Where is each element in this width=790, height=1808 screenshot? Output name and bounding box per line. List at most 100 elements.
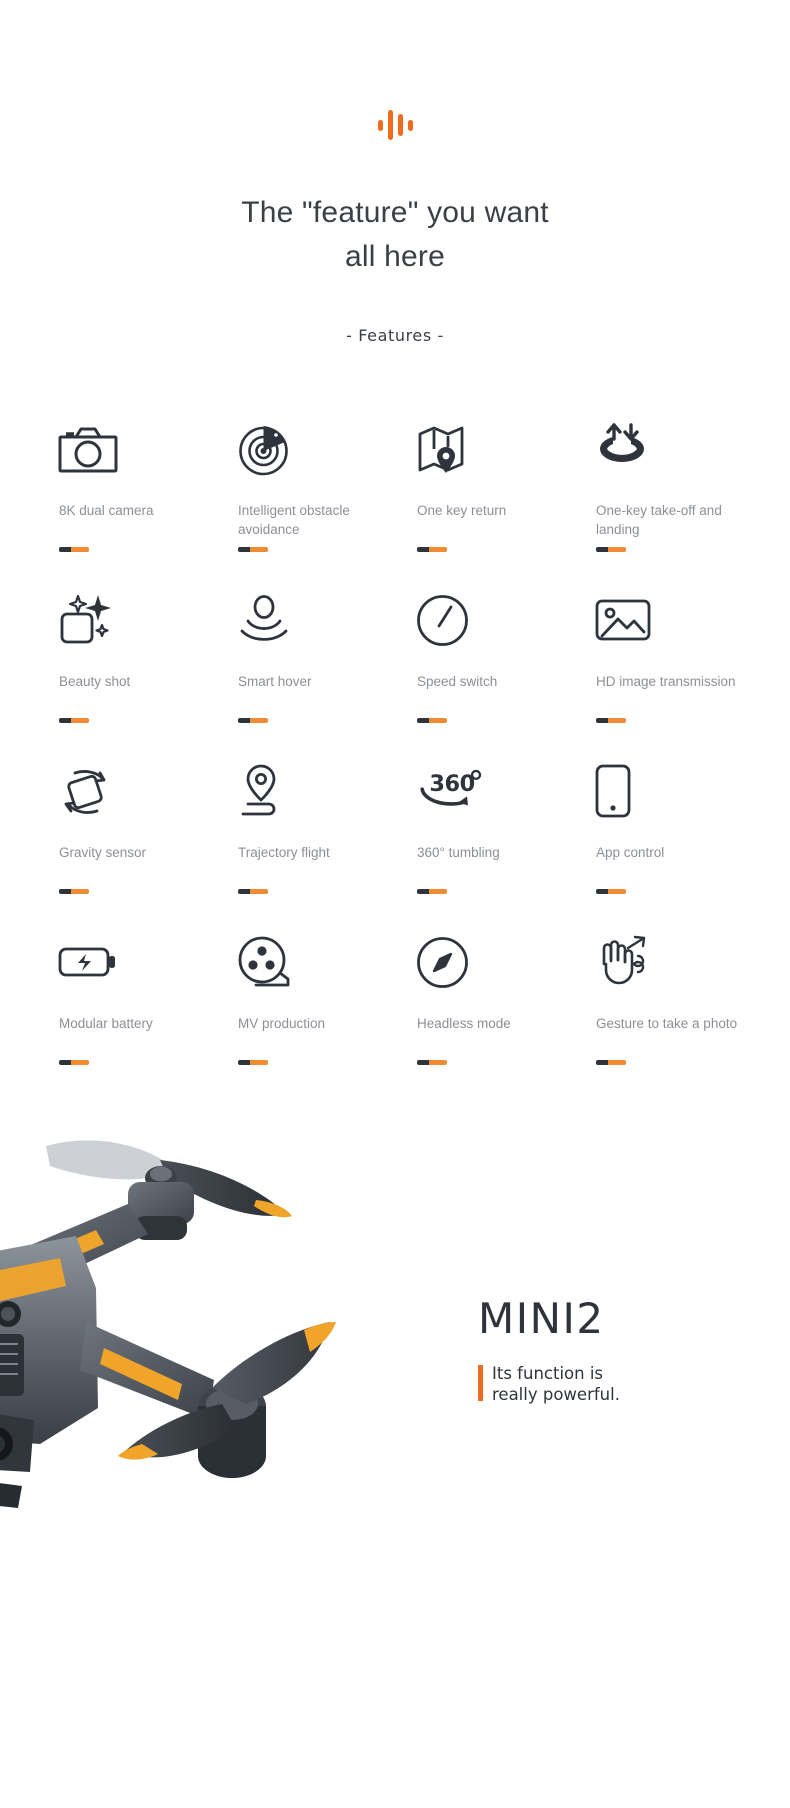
feature-accent-bar (59, 718, 89, 723)
accent-bar-dark (417, 889, 429, 894)
feature-label: Smart hover (238, 674, 312, 689)
feature-label: Headless mode (417, 1016, 511, 1031)
accent-bar-dark (238, 547, 250, 552)
accent-bar-orange (250, 1060, 268, 1065)
feature-accent-bar (59, 547, 89, 552)
feature-label: Intelligent obstacle avoidance (238, 503, 350, 537)
accent-bar-dark (596, 547, 608, 552)
feature-label: Gravity sensor (59, 845, 147, 860)
headline-line-2: all here (345, 240, 445, 273)
accent-bar-orange (429, 1060, 447, 1065)
brand-block: MINI2 Its function is really powerful. (478, 1295, 778, 1405)
feature-item: Gravity sensor (42, 760, 211, 931)
feature-label: One key return (417, 503, 507, 518)
feature-accent-bar (417, 889, 447, 894)
feature-label: 360° tumbling (417, 845, 500, 860)
wave-bar-1 (377, 119, 383, 131)
accent-bar-orange (429, 889, 447, 894)
speedometer-icon (415, 589, 485, 651)
feature-accent-bar (417, 718, 447, 723)
takeoff-landing-icon (594, 418, 664, 480)
feature-label: MV production (238, 1016, 326, 1031)
accent-bar-orange (608, 718, 626, 723)
feature-item: Modular battery (42, 931, 211, 1102)
accent-bar-dark (59, 1060, 71, 1065)
feature-item: One key return (400, 418, 569, 589)
feature-label: HD image transmission (596, 674, 736, 689)
wave-bar-2 (387, 110, 393, 140)
feature-item: HD image transmission (579, 589, 748, 760)
feature-label: App control (596, 845, 665, 860)
accent-bar-dark (596, 718, 608, 723)
compass-icon (415, 931, 485, 993)
accent-bar-dark (417, 718, 429, 723)
accent-bar-dark (596, 889, 608, 894)
tagline-line-2: really powerful. (492, 1385, 620, 1404)
feature-item: App control (579, 760, 748, 931)
product-feature-page: The "feature" you want all here - Featur… (0, 0, 790, 1808)
feature-label: Trajectory flight (238, 845, 330, 860)
feature-accent-bar (59, 1060, 89, 1065)
feature-accent-bar (596, 1060, 626, 1065)
accent-bar-dark (59, 718, 71, 723)
accent-bar-dark (238, 718, 250, 723)
hand-gesture-icon (594, 931, 664, 993)
feature-item: Beauty shot (42, 589, 211, 760)
map-pin-icon (415, 418, 485, 480)
battery-icon (57, 931, 127, 993)
feature-accent-bar (596, 889, 626, 894)
svg-text:360: 360 (429, 771, 474, 797)
feature-label: One-key take-off and landing (596, 503, 722, 537)
accent-bar-dark (59, 547, 71, 552)
feature-accent-bar (238, 1060, 268, 1065)
page-title: The "feature" you want all here (0, 191, 790, 279)
feature-item: 360 360° tumbling (400, 760, 569, 931)
feature-label: Gesture to take a photo (596, 1016, 738, 1031)
sound-wave-icon (0, 108, 790, 142)
feature-item: 8K dual camera (42, 418, 211, 589)
phone-icon (594, 760, 664, 822)
sparkle-frame-icon (57, 589, 127, 651)
accent-bar-orange (608, 889, 626, 894)
feature-accent-bar (596, 718, 626, 723)
tagline-accent-rule (478, 1365, 483, 1401)
feature-item: Smart hover (221, 589, 390, 760)
feature-accent-bar (238, 718, 268, 723)
accent-bar-orange (71, 547, 89, 552)
feature-item: Trajectory flight (221, 760, 390, 931)
photo-icon (594, 589, 664, 651)
accent-bar-dark (596, 1060, 608, 1065)
accent-bar-orange (608, 547, 626, 552)
accent-bar-orange (608, 1060, 626, 1065)
feature-accent-bar (59, 889, 89, 894)
radar-icon (236, 418, 306, 480)
accent-bar-orange (429, 718, 447, 723)
feature-accent-bar (417, 1060, 447, 1065)
tagline-text: Its function is really powerful. (492, 1363, 620, 1405)
accent-bar-dark (238, 1060, 250, 1065)
accent-bar-orange (71, 889, 89, 894)
feature-label: 8K dual camera (59, 503, 154, 518)
section-subtitle: - Features - (346, 326, 444, 345)
gravity-tilt-icon (57, 760, 127, 822)
feature-item: Headless mode (400, 931, 569, 1102)
product-name: MINI2 (478, 1294, 605, 1343)
accent-bar-orange (250, 718, 268, 723)
feature-item: Speed switch (400, 589, 569, 760)
feature-item: MV production (221, 931, 390, 1102)
hover-icon (236, 589, 306, 651)
wave-bar-3 (397, 114, 403, 136)
trajectory-pin-icon (236, 760, 306, 822)
feature-accent-bar (417, 547, 447, 552)
camera-icon (57, 418, 127, 480)
feature-item: Intelligent obstacle avoidance (221, 418, 390, 589)
feature-label: Speed switch (417, 674, 498, 689)
brand-tagline: Its function is really powerful. (478, 1363, 778, 1405)
accent-bar-dark (417, 547, 429, 552)
feature-label: Modular battery (59, 1016, 153, 1031)
flip-360-icon: 360 (415, 760, 485, 822)
accent-bar-dark (417, 1060, 429, 1065)
feature-accent-bar (238, 889, 268, 894)
headline-line-1: The "feature" you want (241, 196, 549, 229)
accent-bar-orange (429, 547, 447, 552)
